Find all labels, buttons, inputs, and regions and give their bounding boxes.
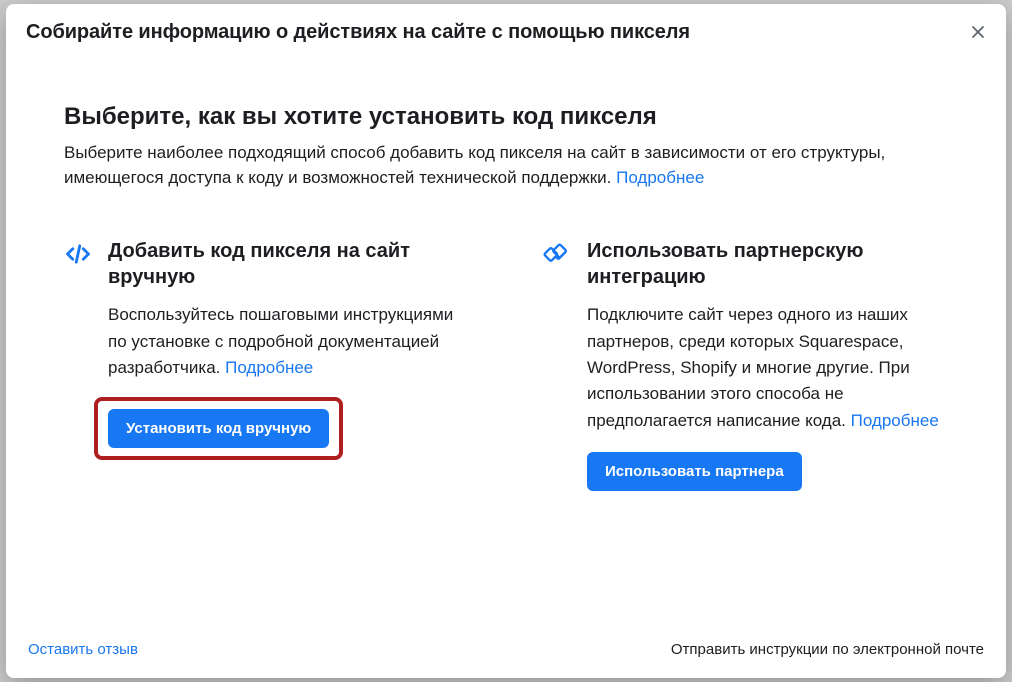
install-manual-button[interactable]: Установить код вручную bbox=[108, 409, 329, 448]
options-row: Добавить код пикселя на сайт вручную Вос… bbox=[64, 238, 948, 491]
option-partner-content: Использовать партнерскую интеграцию Подк… bbox=[587, 238, 948, 491]
modal-footer: Оставить отзыв Отправить инструкции по э… bbox=[6, 623, 1006, 678]
section-subtext-text: Выберите наиболее подходящий способ доба… bbox=[64, 143, 885, 187]
handshake-icon bbox=[543, 240, 573, 270]
modal-header: Собирайте информацию о действиях на сайт… bbox=[6, 4, 1006, 58]
section-subtext: Выберите наиболее подходящий способ доба… bbox=[64, 141, 948, 190]
option-partner: Использовать партнерскую интеграцию Подк… bbox=[543, 238, 948, 491]
partner-learn-more-link[interactable]: Подробнее bbox=[851, 411, 939, 430]
modal-body: Выберите, как вы хотите установить код п… bbox=[6, 58, 1006, 623]
pixel-setup-modal: Собирайте информацию о действиях на сайт… bbox=[6, 4, 1006, 678]
feedback-link[interactable]: Оставить отзыв bbox=[28, 641, 138, 658]
code-icon bbox=[64, 240, 94, 270]
use-partner-button[interactable]: Использовать партнера bbox=[587, 452, 802, 491]
manual-learn-more-link[interactable]: Подробнее bbox=[225, 358, 313, 377]
section-heading: Выберите, как вы хотите установить код п… bbox=[64, 103, 948, 131]
learn-more-link[interactable]: Подробнее bbox=[616, 168, 704, 187]
option-partner-title: Использовать партнерскую интеграцию bbox=[587, 238, 948, 290]
option-manual-title: Добавить код пикселя на сайт вручную bbox=[108, 238, 469, 290]
modal-title: Собирайте информацию о действиях на сайт… bbox=[26, 21, 690, 44]
option-manual-content: Добавить код пикселя на сайт вручную Вос… bbox=[108, 238, 469, 491]
option-manual-desc: Воспользуйтесь пошаговыми инструкциями п… bbox=[108, 302, 469, 381]
highlight-frame: Установить код вручную bbox=[94, 397, 343, 460]
send-email-link[interactable]: Отправить инструкции по электронной почт… bbox=[671, 641, 984, 658]
option-partner-desc: Подключите сайт через одного из наших па… bbox=[587, 302, 948, 434]
close-icon[interactable] bbox=[966, 20, 990, 44]
option-manual: Добавить код пикселя на сайт вручную Вос… bbox=[64, 238, 469, 491]
